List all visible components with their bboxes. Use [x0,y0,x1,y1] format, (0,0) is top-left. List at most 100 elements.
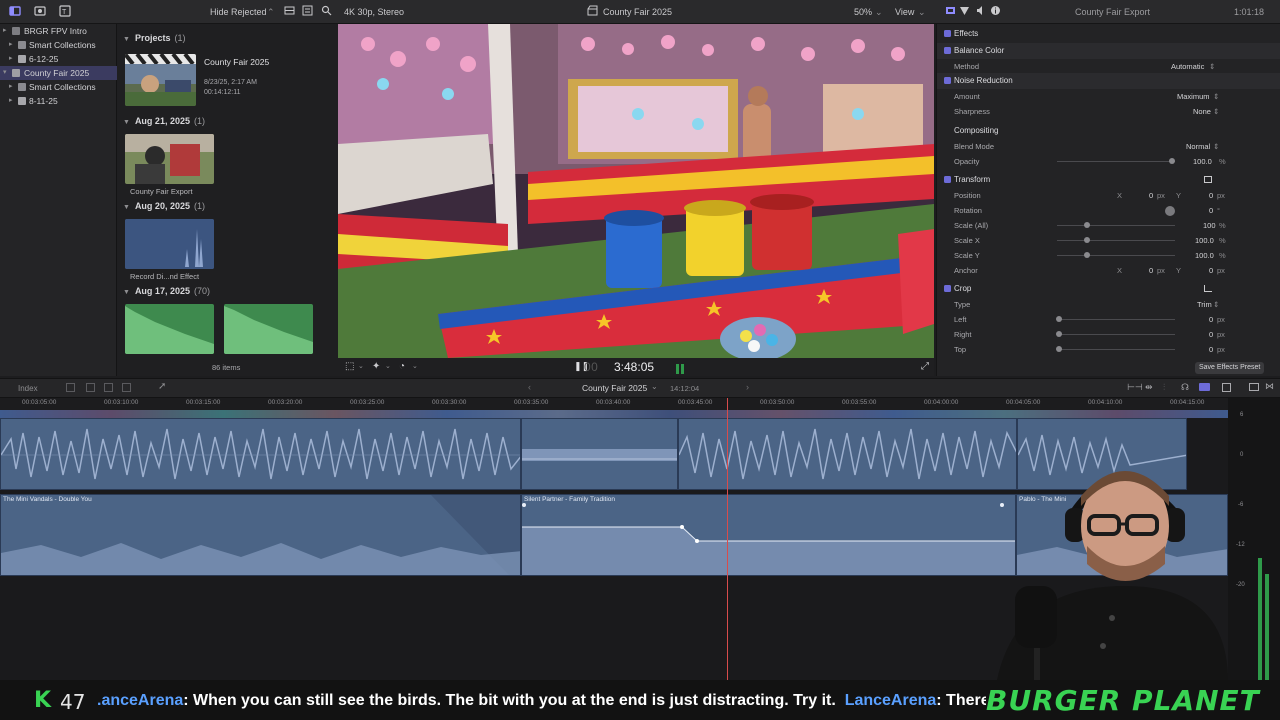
onscreen-controls-icon[interactable] [1204,176,1212,183]
library-item-6-12-25[interactable]: ▸ 6-12-25 [0,52,117,66]
select-arrow-tool-icon[interactable]: ➚ [158,381,166,392]
fullscreen-icon[interactable]: ⤢ [921,361,929,372]
sharpness-popup[interactable]: None [1193,104,1211,119]
slider-knob-icon[interactable] [1169,158,1175,164]
transform-section[interactable]: Transform [937,172,1280,188]
library-item-smart-collections-2[interactable]: ▸ Smart Collections [0,80,117,94]
storyline-audio-clip[interactable] [521,418,678,490]
photos-icon[interactable] [33,5,47,19]
date-group-header[interactable]: ▼ Aug 17, 2025 (70) [123,286,210,296]
method-popup[interactable]: Automatic [1171,59,1204,74]
clip-thumbnail[interactable] [125,134,214,184]
chevron-down-icon[interactable]: ⌄ [412,362,418,370]
audio-skimming-icon[interactable]: ⫶ [1163,382,1165,393]
slider-knob-icon[interactable] [1084,222,1090,228]
library-item-8-11-25[interactable]: ▸ 8-11-25 [0,94,117,108]
amount-popup[interactable]: Maximum [1177,89,1210,104]
timeline-project-name[interactable]: County Fair 2025 [582,383,647,393]
primary-storyline-filmstrip[interactable] [0,410,1228,418]
blend-mode-popup[interactable]: Normal [1186,139,1210,154]
scale-y-slider[interactable] [1057,255,1175,256]
disclosure-triangle-icon[interactable]: ▸ [9,52,17,66]
rotation-value[interactable]: 0 [1209,203,1213,218]
retime-speedometer-icon[interactable]: ◔ [399,361,405,372]
connect-clip-icon[interactable] [66,383,75,392]
slider-knob-icon[interactable] [1056,331,1062,337]
library-item-county-fair[interactable]: ▾ County Fair 2025 [0,66,117,80]
project-name[interactable]: County Fair 2025 [204,57,269,67]
disclosure-triangle-icon[interactable]: ▸ [9,38,17,52]
library-icon[interactable] [8,5,22,19]
scale-x-value[interactable]: 100.0 [1195,233,1214,248]
clip-appearance-icon[interactable] [1222,383,1231,392]
opacity-value[interactable]: 100.0 [1193,154,1212,169]
checkbox-icon[interactable] [944,30,951,37]
chevron-down-icon[interactable]: ⌄ [385,362,391,370]
chevron-down-icon[interactable]: ⌄ [358,362,364,370]
crop-type-popup[interactable]: Trim [1197,297,1212,312]
anchor-x-value[interactable]: 0 [1149,263,1153,278]
playhead-timecode[interactable]: 3:48:05 [614,360,654,374]
info-icon[interactable] [988,5,1002,19]
playhead-line[interactable] [727,398,728,680]
hide-rejected-filter[interactable]: Hide Rejected [210,7,267,17]
noise-reduction-effect[interactable]: Noise Reduction [937,73,1280,89]
effects-section[interactable]: Effects [937,26,1280,42]
snapping-icon[interactable] [1199,383,1210,391]
color-inspector-icon[interactable] [957,5,971,19]
music-clip[interactable]: Silent Partner - Family Tradition [521,494,1016,576]
disclosure-triangle-icon[interactable]: ▸ [3,24,11,38]
slider-knob-icon[interactable] [1084,237,1090,243]
audio-clip-thumbnail[interactable] [224,304,313,354]
viewer-frame[interactable] [338,24,934,358]
checkbox-icon[interactable] [944,77,951,84]
library-item-brgr[interactable]: ▸ BRGR FPV Intro [0,24,117,38]
audio-clip-thumbnail[interactable] [125,219,214,269]
search-icon[interactable] [319,5,333,19]
view-menu[interactable]: View [895,7,914,17]
scale-y-value[interactable]: 100.0 [1195,248,1214,263]
storyline-audio-clip[interactable] [0,418,521,490]
history-back-icon[interactable]: ‹ [528,382,531,392]
slider-knob-icon[interactable] [1056,316,1062,322]
effects-browser-icon[interactable] [1249,383,1259,391]
history-forward-icon[interactable]: › [746,382,749,392]
disclosure-triangle-icon[interactable]: ▸ [9,80,17,94]
scale-all-slider[interactable] [1057,225,1175,226]
append-clip-icon[interactable] [104,383,113,392]
library-item-smart-collections[interactable]: ▸ Smart Collections [0,38,117,52]
rotation-dial-icon[interactable] [1165,206,1175,216]
skimming-icon[interactable]: ⇹ [1145,382,1153,393]
balance-color-effect[interactable]: Balance Color [937,43,1280,59]
audio-inspector-icon[interactable] [973,5,987,19]
crop-top-slider[interactable] [1057,349,1175,350]
crop-right-value[interactable]: 0 [1209,327,1213,342]
zoom-menu[interactable]: 50% [854,7,872,17]
crop-top-value[interactable]: 0 [1209,342,1213,357]
scale-x-slider[interactable] [1057,240,1175,241]
disclosure-triangle-icon[interactable]: ▾ [3,66,11,80]
transform-tool-icon[interactable]: ⬚ [345,361,354,372]
audio-clip-thumbnail[interactable] [125,304,214,354]
insert-clip-icon[interactable] [86,383,95,392]
storyline-audio-clip[interactable] [678,418,1017,490]
checkbox-icon[interactable] [944,47,951,54]
anchor-y-value[interactable]: 0 [1209,263,1213,278]
crop-tool-icon[interactable] [1204,285,1212,292]
crop-section[interactable]: Crop [937,281,1280,297]
music-clip[interactable]: The Mini Vandals - Double You [0,494,521,576]
titles-icon[interactable]: T [58,5,72,19]
project-thumbnail[interactable] [125,54,196,106]
checkbox-icon[interactable] [944,176,951,183]
overwrite-clip-icon[interactable] [122,383,131,392]
scale-all-value[interactable]: 100 [1203,218,1216,233]
crop-right-slider[interactable] [1057,334,1175,335]
slider-knob-icon[interactable] [1084,252,1090,258]
projects-header[interactable]: ▼ Projects (1) [123,33,185,43]
index-button[interactable]: Index [18,384,38,393]
enhance-wand-icon[interactable]: ✦ [372,361,380,372]
save-effects-preset-button[interactable]: Save Effects Preset [1195,362,1265,374]
disclosure-triangle-icon[interactable]: ▸ [9,94,17,108]
timeline-tracks[interactable]: The Mini Vandals - Double You Silent Par… [0,398,1228,680]
position-x-value[interactable]: 0 [1149,188,1153,203]
